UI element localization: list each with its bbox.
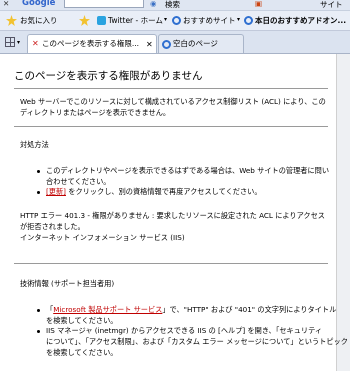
divider [14, 88, 328, 89]
close-icon[interactable]: ✕ [3, 0, 9, 9]
favorites-item-recommended[interactable]: おすすめサイト [183, 16, 236, 26]
vertical-scrollbar[interactable] [337, 54, 350, 371]
error-page-icon: ✕ [32, 39, 39, 48]
favorites-bar: お気に入り Twitter - ホーム ▾ おすすめサイト ▾ 本日のおすすめア… [0, 11, 350, 31]
ie-icon [244, 16, 253, 25]
tech2-line2: について」、「アクセス制限」、および「カスタム エラー メッセージについて」とい… [46, 337, 348, 346]
tab-label: 空白のページ [173, 39, 218, 48]
chevron-down-icon[interactable]: ▾ [17, 38, 20, 48]
tab-blank-page[interactable]: 空白のページ [158, 34, 244, 53]
google-label: Google [22, 0, 56, 8]
tab-label: このページを表示する権限... [42, 39, 140, 48]
error-line3: インターネット インフォメーション サービス (IIS) [20, 233, 185, 242]
bullet [37, 191, 40, 194]
favorites-label[interactable]: お気に入り [20, 16, 58, 26]
intro-text-line2: ディレクトリまたはページを表示できません。 [20, 108, 171, 117]
tech1-text: 」で、"HTTP" および "401" の文字列によりタイトル [162, 305, 337, 314]
page-title: このページを表示する権限がありません [14, 70, 203, 82]
google-search-field[interactable] [64, 0, 144, 8]
close-tab-icon[interactable]: ✕ [146, 40, 153, 50]
tab-access-denied[interactable]: ✕ このページを表示する権限... [27, 34, 157, 53]
step2: [更新] をクリックし、別の資格情報で再度アクセスしてください。 [46, 186, 262, 197]
divider [14, 263, 328, 264]
tech2-line1: IIS マネージャ (inetmgr) からアクセスできる IIS の [ヘルプ… [46, 326, 323, 335]
google-toolbar: ✕ Google 検索 ◉ ▣ サイト [0, 0, 350, 11]
step2-text: をクリックし、別の資格情報で再度アクセスしてください。 [65, 187, 262, 196]
search-button[interactable]: 検索 [165, 0, 180, 10]
error-line2: が拒否されました。 [20, 222, 85, 231]
pdf-icon[interactable]: ▣ [255, 0, 262, 9]
ie-icon [172, 16, 181, 25]
site-label[interactable]: サイト [320, 0, 343, 10]
bullet [37, 309, 40, 312]
tech1-line1: 「Microsoft 製品サポート サービス」で、"HTTP" および "401… [46, 304, 336, 315]
step1-line1: このディレクトリやページを表示できるはずである場合は、Web サイトの管理者に問… [46, 166, 330, 175]
tech2-line3: を検索してください。 [46, 348, 118, 357]
quick-tabs-icon[interactable] [5, 37, 15, 47]
favorites-item-addons[interactable]: 本日のおすすめアドオン... [255, 16, 346, 26]
tech-heading: 技術情報 (サポート担当者用) [20, 279, 115, 288]
bookmark-icon[interactable]: ◉ [150, 0, 157, 9]
error-line1: HTTP エラー 401.3 - 権限がありません : 要求したリソースに設定さ… [20, 211, 325, 220]
bullet [37, 330, 40, 333]
twitter-icon [97, 16, 106, 25]
add-favorite-icon[interactable] [79, 15, 90, 26]
refresh-link[interactable]: [更新] [46, 187, 66, 196]
ms-support-link[interactable]: Microsoft 製品サポート サービス [53, 305, 162, 314]
tab-bar: ▾ ✕ このページを表示する権限... ✕ 空白のページ [0, 31, 350, 54]
divider [14, 126, 328, 127]
ie-icon [162, 40, 171, 49]
intro-text-line1: Web サーバーでこのリソースに対して構成されているアクセス制御リスト (ACL… [20, 97, 326, 106]
favorites-item-twitter[interactable]: Twitter - ホーム [108, 16, 163, 26]
bullet [37, 170, 40, 173]
chevron-down-icon[interactable]: ▾ [164, 15, 167, 25]
chevron-down-icon[interactable]: ▾ [237, 15, 240, 25]
steps-heading: 対処方法 [20, 140, 49, 149]
favorites-star-icon[interactable] [6, 15, 17, 26]
